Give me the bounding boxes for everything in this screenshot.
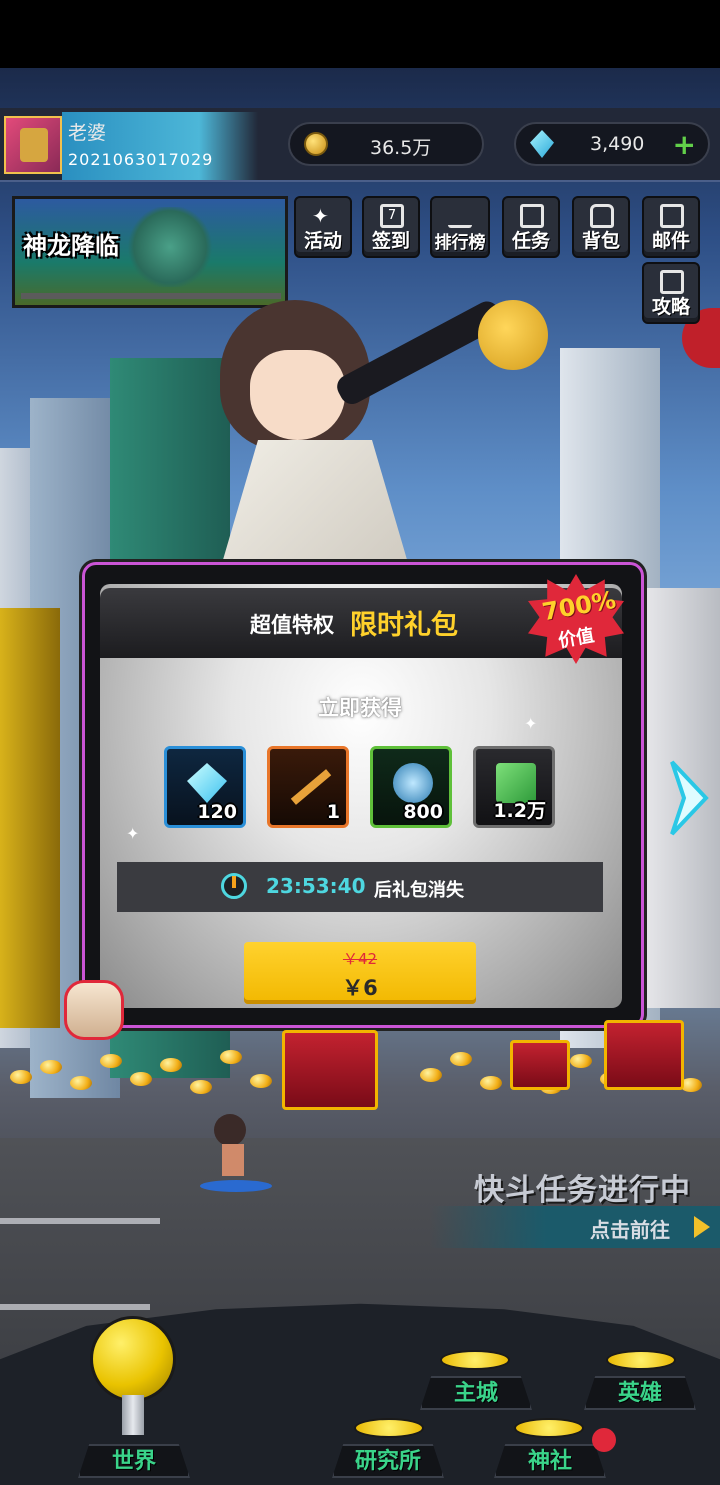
gem-icon [530, 130, 554, 158]
menu-label: 任务 [511, 230, 550, 252]
avatar-face [20, 128, 48, 162]
ranking-icon [448, 204, 472, 228]
dragon-icon [125, 207, 215, 287]
nav-button-cap [606, 1350, 676, 1370]
gift-item-gem[interactable]: 120 [164, 746, 246, 828]
guide-book-icon [660, 270, 684, 294]
gift-item-armor[interactable]: 800 [370, 746, 452, 828]
nav-heroes[interactable]: 英雄 [584, 1376, 696, 1410]
timer-value: 23:53:40 [266, 874, 366, 898]
player-name: 老婆 [68, 122, 107, 144]
gift-item-cash[interactable]: 1.2万 [473, 746, 555, 828]
nav-lab[interactable]: 研究所 [332, 1444, 444, 1478]
sparkle-icon: ✦ [126, 824, 140, 843]
hero-character [180, 280, 510, 570]
timer-suffix: 后礼包消失 [374, 880, 464, 901]
building [0, 608, 60, 1028]
nav-button-cap [354, 1418, 424, 1438]
add-gems-button[interactable]: + [673, 128, 696, 161]
menu-label: 背包 [581, 230, 620, 252]
gift-title-prefix: 超值特权 [250, 613, 334, 637]
treasure-chest [510, 1040, 570, 1090]
gem-currency[interactable]: 3,490 + [514, 122, 710, 166]
npc-character[interactable] [196, 1106, 276, 1192]
money-bag [64, 980, 124, 1040]
nav-button-cap [440, 1350, 510, 1370]
task-icon [520, 204, 544, 228]
treasure-chest [604, 1020, 684, 1090]
gift-item-sword[interactable]: 1 [267, 746, 349, 828]
calendar-icon: 7 [380, 204, 404, 228]
gift-subtitle: 立即获得 [318, 696, 402, 720]
treasure-pile [0, 980, 720, 1122]
gold-coin [450, 1052, 472, 1066]
sword-icon [290, 769, 332, 805]
menu-label: 活动 [303, 230, 342, 252]
menu-label: 签到 [371, 230, 410, 252]
gold-coin [130, 1072, 152, 1086]
nav-world[interactable]: 世界 [78, 1444, 190, 1478]
stopwatch-hand [232, 876, 236, 888]
mail-icon [660, 204, 684, 228]
sparkle-icon: ✦ [524, 714, 538, 733]
gift-title-highlight: 限时礼包 [350, 610, 458, 641]
road-marking [0, 1218, 160, 1224]
menu-activity-button[interactable]: ✦ 活动 [294, 196, 352, 258]
current-price[interactable]: ￥6 [244, 972, 476, 1002]
quest-go-link[interactable]: 点击前往 [590, 1214, 670, 1243]
notification-dot [592, 1428, 616, 1452]
item-count: 800 [403, 801, 443, 823]
nav-main-city[interactable]: 主城 [420, 1376, 532, 1410]
original-price: ￥42 [342, 950, 378, 968]
gold-coin [480, 1076, 502, 1090]
joystick-stick [122, 1395, 144, 1435]
menu-ranking-button[interactable]: 排行榜 [430, 196, 490, 258]
gold-currency[interactable]: 36.5万 [288, 122, 484, 166]
gold-coin [40, 1060, 62, 1074]
gold-coin [100, 1054, 122, 1068]
item-count: 1 [326, 801, 340, 823]
menu-task-button[interactable]: 任务 [502, 196, 560, 258]
quest-go-bar[interactable] [430, 1206, 720, 1248]
status-bar [0, 0, 720, 68]
treasure-chest [282, 1030, 378, 1110]
play-arrow-icon[interactable] [694, 1216, 710, 1238]
road-marking [0, 1304, 150, 1310]
joystick[interactable] [90, 1316, 176, 1402]
gold-coin [220, 1050, 242, 1064]
menu-label: 攻略 [651, 296, 690, 318]
menu-guide-button[interactable]: 攻略 [642, 262, 700, 324]
armor-icon [393, 763, 433, 803]
next-arrow-icon[interactable] [666, 758, 710, 838]
gold-amount: 36.5万 [370, 137, 432, 159]
gold-coin [250, 1074, 272, 1088]
gold-coin [420, 1068, 442, 1082]
gold-coin [10, 1070, 32, 1084]
menu-bag-button[interactable]: 背包 [572, 196, 630, 258]
gold-coin-icon [304, 132, 328, 156]
bag-icon [590, 204, 614, 228]
gold-coin [160, 1058, 182, 1072]
hero-face [250, 350, 345, 440]
gold-coin [190, 1080, 212, 1094]
nav-button-cap [514, 1418, 584, 1438]
item-count: 120 [197, 801, 237, 823]
player-avatar[interactable] [4, 116, 62, 174]
hero-body [220, 440, 410, 570]
gold-coin [570, 1054, 592, 1068]
menu-label: 邮件 [651, 230, 690, 252]
sparkle-icon: ✦ [312, 204, 329, 228]
menu-label: 排行榜 [434, 233, 486, 253]
player-id: 2021063017029 [68, 150, 214, 169]
quest-title[interactable]: 快斗任务进行中 [474, 1165, 691, 1209]
sprout-pet [478, 300, 548, 370]
gem-icon [187, 763, 227, 803]
nav-shrine[interactable]: 神社 [494, 1444, 606, 1478]
event-banner-title: 神龙降临 [23, 232, 119, 260]
gold-coin [70, 1076, 92, 1090]
menu-mail-button[interactable]: 邮件 [642, 196, 700, 258]
item-count: 1.2万 [493, 800, 546, 822]
gem-amount: 3,490 [590, 133, 645, 155]
menu-checkin-button[interactable]: 7 签到 [362, 196, 420, 258]
